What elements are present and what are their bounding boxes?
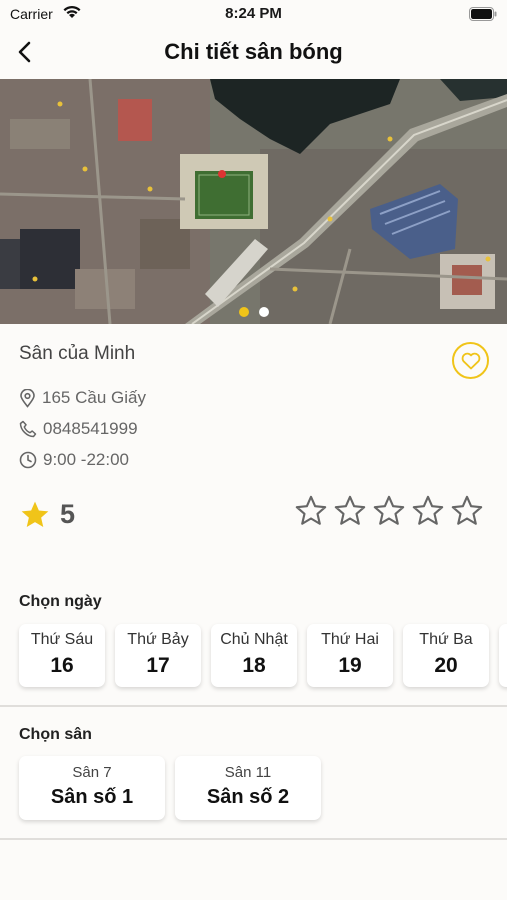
venue-name: Sân của Minh (19, 343, 136, 364)
field-name: Sân số 2 (206, 786, 290, 808)
day-card[interactable]: Thứ Hai 19 (307, 624, 393, 687)
day-name: Chủ Nhật (220, 631, 288, 648)
star-outline-icon[interactable] (450, 494, 484, 528)
section-divider (0, 705, 507, 707)
day-date: 18 (242, 654, 266, 677)
day-name: Thứ Sáu (30, 631, 94, 648)
venue-address: 165 Cầu Giấy (42, 388, 146, 407)
star-outline-icon[interactable] (294, 494, 328, 528)
day-card[interactable]: Chủ Nhật 18 (211, 624, 297, 687)
day-date: 19 (338, 654, 362, 677)
day-list: Thứ Sáu 16 Thứ Bảy 17 Chủ Nhật 18 Thứ Ha… (19, 624, 507, 687)
day-date: 20 (434, 654, 458, 677)
page-title: Chi tiết sân bóng (164, 39, 343, 64)
star-outline-icon[interactable] (372, 494, 406, 528)
field-name: Sân số 1 (50, 786, 134, 808)
clock-icon (19, 451, 37, 469)
carousel-dot[interactable] (239, 307, 249, 317)
section-divider (0, 838, 507, 840)
carousel-page-indicator[interactable] (238, 305, 278, 323)
day-name: Thứ Hai (321, 631, 379, 648)
day-name: Thứ Ba (419, 631, 473, 648)
date-section-label: Chọn ngày (19, 593, 102, 610)
day-name: Thứ Bảy (127, 631, 189, 648)
rating-value: 5 (60, 499, 76, 529)
phone-row: 0848541999 (19, 419, 138, 439)
rate-stars-input[interactable] (294, 494, 484, 528)
field-list: Sân 7 Sân số 1 Sân 11 Sân số 2 (19, 756, 321, 820)
field-type: Sân 7 (72, 764, 112, 781)
day-card[interactable]: Thứ Ba 20 (403, 624, 489, 687)
battery-icon (469, 7, 497, 24)
navigation-bar: Chi tiết sân bóng (0, 28, 507, 78)
star-filled-icon (19, 499, 51, 536)
carousel-dot[interactable] (259, 307, 269, 317)
day-card[interactable]: Thứ Sáu 16 (19, 624, 105, 687)
star-outline-icon[interactable] (333, 494, 367, 528)
field-card[interactable]: Sân 7 Sân số 1 (19, 756, 165, 820)
day-date: 17 (146, 654, 170, 677)
field-section-label: Chọn sân (19, 726, 92, 743)
address-row: 165 Cầu Giấy (19, 388, 146, 408)
venue-map-image[interactable] (0, 79, 507, 324)
field-card[interactable]: Sân 11 Sân số 2 (175, 756, 321, 820)
field-type: Sân 11 (224, 764, 272, 781)
location-pin-icon (20, 388, 35, 408)
heart-icon (461, 352, 480, 369)
venue-hours: 9:00 -22:00 (43, 450, 130, 469)
status-bar: Carrier 8:24 PM (0, 0, 507, 28)
hours-row: 9:00 -22:00 (19, 450, 129, 470)
day-card[interactable]: Thứ Bảy 17 (115, 624, 201, 687)
phone-icon (19, 420, 37, 438)
star-outline-icon[interactable] (411, 494, 445, 528)
day-card-partial[interactable] (499, 624, 507, 687)
favorite-button[interactable] (452, 342, 489, 379)
venue-phone[interactable]: 0848541999 (43, 419, 138, 439)
day-date: 16 (50, 654, 74, 677)
clock-time: 8:24 PM (225, 5, 282, 22)
